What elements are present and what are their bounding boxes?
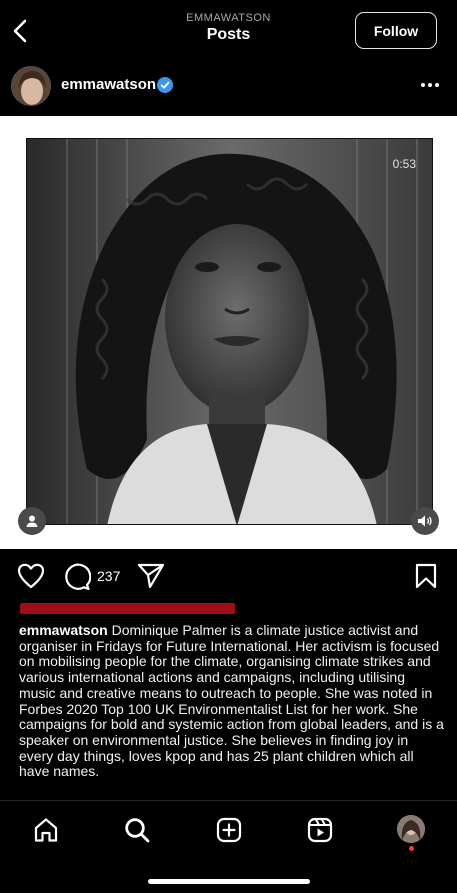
post-header: emmawatson [0,60,457,116]
avatar[interactable] [11,66,51,106]
post-video[interactable]: 0:53 [26,138,433,525]
more-horizontal-icon [421,83,425,87]
caption-text: Dominique Palmer is a climate justice ac… [19,622,444,780]
comment-button[interactable] [63,563,92,596]
share-button[interactable] [137,563,165,594]
nav-home[interactable] [31,815,61,845]
user-icon [26,515,38,527]
paper-plane-icon [137,563,165,589]
nav-search[interactable] [122,815,152,845]
video-time: 0:53 [392,157,416,171]
home-indicator [148,879,310,884]
bookmark-icon [415,563,437,589]
more-options-button[interactable] [417,72,443,98]
tagged-people-button[interactable] [18,507,46,535]
bottom-navigation [0,800,457,860]
post-caption: emmawatson Dominique Palmer is a climate… [19,622,444,780]
post-actions: 237 [0,560,457,594]
nav-create[interactable] [214,815,244,845]
sound-toggle-button[interactable] [411,507,439,535]
reels-icon [307,817,333,843]
redacted-likes-bar [20,603,235,614]
caption-username[interactable]: emmawatson [19,622,108,638]
profile-avatar-image [397,815,425,843]
speaker-icon [418,515,432,527]
portrait-image [27,139,432,524]
search-icon [125,818,150,843]
follow-button[interactable]: Follow [355,12,437,49]
save-button[interactable] [414,563,438,594]
top-bar: EMMAWATSON Posts Follow [0,0,457,60]
like-button[interactable] [17,563,45,594]
verified-badge-icon [157,77,173,93]
home-icon [34,818,58,842]
nav-profile-avatar[interactable] [397,815,425,843]
comment-icon [65,563,92,591]
comment-count[interactable]: 237 [97,568,120,584]
post-media[interactable]: 0:53 [0,116,457,549]
post-username[interactable]: emmawatson [61,76,156,93]
plus-square-icon [216,817,242,843]
notification-dot [409,846,414,851]
heart-icon [17,563,45,589]
nav-reels[interactable] [305,815,335,845]
avatar-image [12,67,50,105]
